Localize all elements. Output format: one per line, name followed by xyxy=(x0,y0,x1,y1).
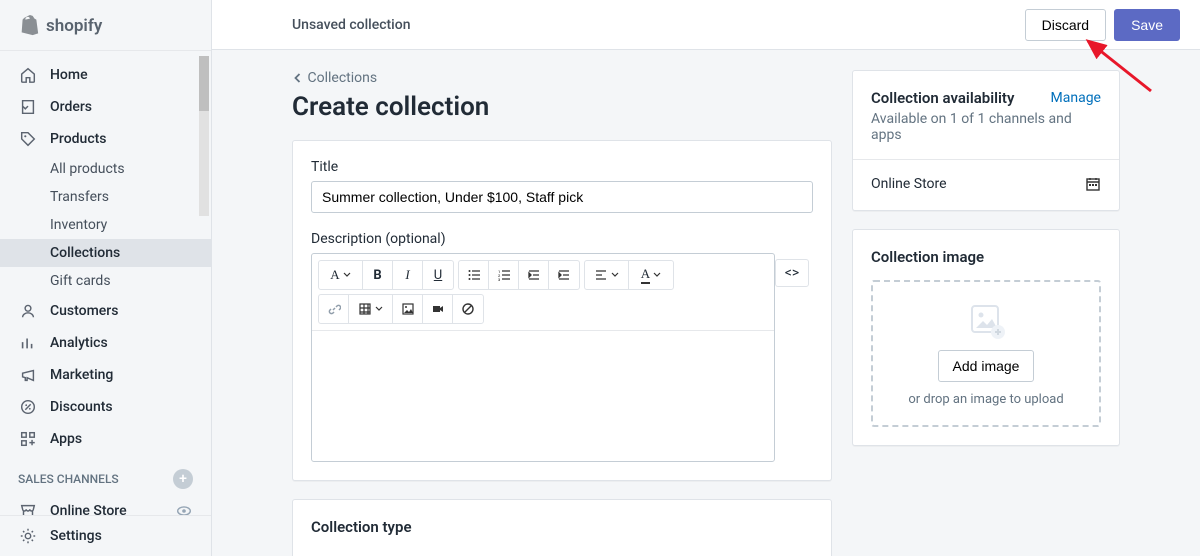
editor-html-toggle[interactable]: <> xyxy=(775,259,809,287)
marketing-icon xyxy=(18,365,38,385)
sidebar-label: Home xyxy=(50,67,88,83)
sidebar-label: Apps xyxy=(50,431,82,447)
sidebar-label: Products xyxy=(50,131,107,147)
editor-link-button[interactable] xyxy=(319,295,349,323)
view-store-icon[interactable] xyxy=(175,502,193,515)
sales-channels-header: SALES CHANNELS + xyxy=(0,455,211,495)
editor-table-dropdown[interactable] xyxy=(349,295,393,323)
editor-italic-button[interactable]: I xyxy=(393,261,423,289)
sidebar-subitem-giftcards[interactable]: Gift cards xyxy=(50,267,211,295)
sidebar-item-marketing[interactable]: Marketing xyxy=(0,359,211,391)
editor-indent-button[interactable] xyxy=(549,261,579,289)
sidebar-label: Settings xyxy=(50,528,102,544)
page-title: Create collection xyxy=(292,92,832,122)
sidebar-label: Customers xyxy=(50,303,118,319)
online-store-icon xyxy=(18,501,38,515)
collection-type-title: Collection type xyxy=(311,518,813,536)
breadcrumb[interactable]: Collections xyxy=(292,70,832,86)
image-dropzone[interactable]: Add image or drop an image to upload xyxy=(871,280,1101,427)
editor-textcolor-dropdown[interactable]: A xyxy=(629,261,673,289)
sidebar-label: Orders xyxy=(50,99,92,115)
editor-video-button[interactable] xyxy=(423,295,453,323)
image-placeholder-icon xyxy=(966,300,1006,340)
calendar-icon[interactable] xyxy=(1085,176,1101,192)
topbar: Unsaved collection Discard Save xyxy=(212,0,1200,50)
description-textarea[interactable] xyxy=(312,331,774,461)
editor-ul-button[interactable] xyxy=(459,261,489,289)
sidebar-item-analytics[interactable]: Analytics xyxy=(0,327,211,359)
availability-card: Collection availability Manage Available… xyxy=(852,70,1120,211)
collection-type-card: Collection type xyxy=(292,499,832,556)
editor-ol-button[interactable]: 123 xyxy=(489,261,519,289)
sidebar-label: Marketing xyxy=(50,367,113,383)
online-store-label: Online Store xyxy=(871,176,947,192)
sidebar-subitem-collections[interactable]: Collections xyxy=(0,239,211,267)
main-card: Title Description (optional) A B I U xyxy=(292,140,832,481)
topbar-title: Unsaved collection xyxy=(292,17,1025,33)
editor-align-dropdown[interactable] xyxy=(585,261,629,289)
logo[interactable]: shopify xyxy=(0,0,211,51)
settings-icon xyxy=(18,526,38,546)
editor-image-button[interactable] xyxy=(393,295,423,323)
add-image-button[interactable]: Add image xyxy=(938,350,1035,382)
editor-bold-button[interactable]: B xyxy=(363,261,393,289)
analytics-icon xyxy=(18,333,38,353)
sidebar-item-customers[interactable]: Customers xyxy=(0,295,211,327)
sidebar: shopify Home Orders Products All xyxy=(0,0,212,556)
editor-font-dropdown[interactable]: A xyxy=(319,261,363,289)
sidebar-item-discounts[interactable]: Discounts xyxy=(0,391,211,423)
title-label: Title xyxy=(311,159,813,175)
sidebar-item-online-store[interactable]: Online Store xyxy=(0,495,211,515)
editor-underline-button[interactable]: U xyxy=(423,261,453,289)
collection-image-card: Collection image Add image or drop an im… xyxy=(852,229,1120,446)
shopify-logo-icon xyxy=(18,14,40,38)
sidebar-subitem-inventory[interactable]: Inventory xyxy=(50,211,211,239)
dropzone-hint: or drop an image to upload xyxy=(883,392,1089,407)
brand-name: shopify xyxy=(46,16,102,36)
sidebar-item-products[interactable]: Products xyxy=(0,123,211,155)
description-label: Description (optional) xyxy=(311,231,813,247)
sidebar-item-orders[interactable]: Orders xyxy=(0,91,211,123)
orders-icon xyxy=(18,97,38,117)
sidebar-item-settings[interactable]: Settings xyxy=(0,515,211,556)
home-icon xyxy=(18,65,38,85)
availability-subtitle: Available on 1 of 1 channels and apps xyxy=(871,111,1101,143)
sidebar-subitem-all-products[interactable]: All products xyxy=(50,155,211,183)
sidebar-label: Online Store xyxy=(50,503,127,515)
svg-text:3: 3 xyxy=(498,277,500,282)
editor-outdent-button[interactable] xyxy=(519,261,549,289)
discard-button[interactable]: Discard xyxy=(1025,9,1106,41)
rich-text-editor: A B I U 123 xyxy=(311,253,775,462)
sidebar-subitem-transfers[interactable]: Transfers xyxy=(50,183,211,211)
apps-icon xyxy=(18,429,38,449)
sidebar-item-home[interactable]: Home xyxy=(0,59,211,91)
sidebar-label: Discounts xyxy=(50,399,113,415)
editor-clear-button[interactable] xyxy=(453,295,483,323)
collection-image-title: Collection image xyxy=(871,248,1101,266)
chevron-left-icon xyxy=(292,72,304,84)
save-button[interactable]: Save xyxy=(1114,9,1180,41)
sidebar-item-apps[interactable]: Apps xyxy=(0,423,211,455)
manage-link[interactable]: Manage xyxy=(1051,90,1101,106)
title-input[interactable] xyxy=(311,181,813,213)
customers-icon xyxy=(18,301,38,321)
discounts-icon xyxy=(18,397,38,417)
add-channel-button[interactable]: + xyxy=(173,469,193,489)
products-icon xyxy=(18,129,38,149)
availability-title: Collection availability xyxy=(871,89,1014,107)
sidebar-label: Analytics xyxy=(50,335,108,351)
